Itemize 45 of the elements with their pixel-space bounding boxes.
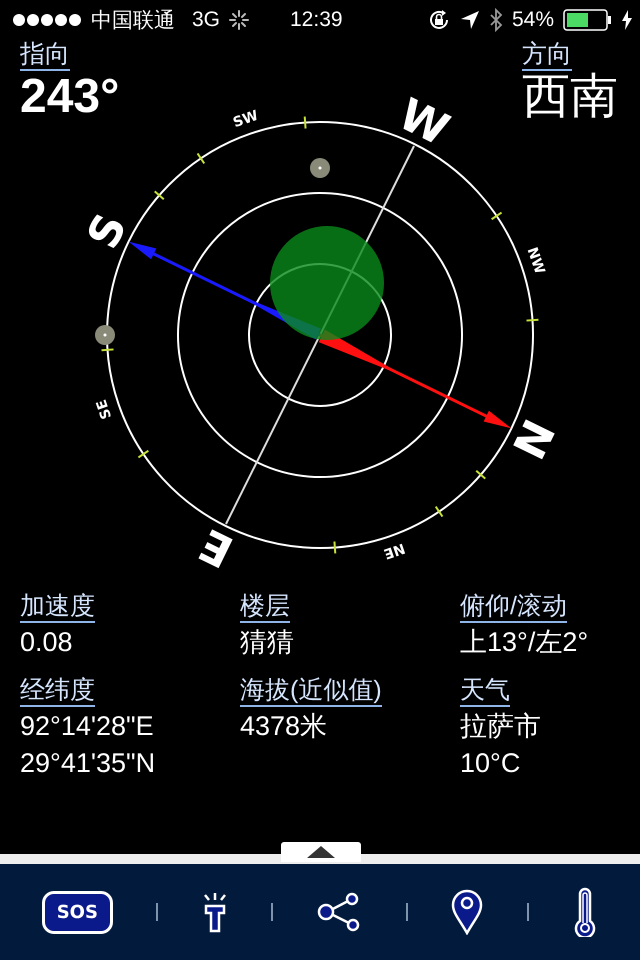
info-label: 俯仰/滚动 [460, 592, 567, 623]
satellite-dot [95, 325, 115, 345]
info-label: 楼层 [240, 592, 290, 623]
compass-direction-label: E [192, 518, 242, 578]
satellite-dot [310, 158, 330, 178]
compass-direction-label: N [502, 410, 564, 466]
compass-direction-label: W [390, 88, 457, 156]
heading-value: 243° [20, 70, 120, 124]
carrier-name: 中国联通 [91, 8, 175, 34]
info-label: 加速度 [20, 592, 95, 623]
flashlight-icon [202, 891, 228, 933]
direction-value: 西南 [522, 70, 618, 124]
info-value: 29°41'35"N [20, 746, 156, 780]
flashlight-button[interactable] [202, 891, 228, 933]
info-value: 猜猜 [240, 626, 294, 659]
info-value: 10°C [460, 746, 520, 780]
info-label: 海拔(近似值) [240, 676, 382, 706]
info-value: 0.08 [20, 626, 73, 659]
info-value: 92°14'28"E [20, 710, 154, 742]
info-label: 天气 [460, 676, 510, 706]
info-value: 4378米 [240, 710, 328, 742]
clock-time: 12:39 [290, 8, 343, 32]
battery-percent: 54% [512, 8, 554, 32]
info-value: 拉萨市 [460, 710, 541, 742]
network-type: 3G [192, 8, 220, 32]
location-pin-icon [451, 889, 484, 935]
battery-icon [563, 9, 613, 31]
compass-direction-label: S [78, 206, 138, 257]
location-arrow-icon [460, 10, 480, 30]
info-value: 上13°/左2° [460, 626, 588, 659]
info-label: 经纬度 [20, 676, 95, 706]
signal-icon [12, 13, 82, 27]
activity-spinner-icon [229, 10, 250, 30]
charging-icon [622, 10, 632, 30]
expand-handle[interactable] [281, 842, 361, 862]
caret-up-icon [307, 846, 335, 858]
compass-direction-label: NE [382, 540, 407, 562]
compass-direction-label: SE [94, 397, 116, 422]
bluetooth-icon [488, 8, 503, 32]
compass-direction-label: NW [524, 245, 548, 276]
location-button[interactable] [451, 889, 484, 935]
direction-label: 方向 [522, 40, 572, 71]
sos-button[interactable]: SOS [42, 890, 113, 934]
heading-label: 指向 [20, 40, 70, 71]
compass-direction-label: SW [231, 108, 260, 132]
